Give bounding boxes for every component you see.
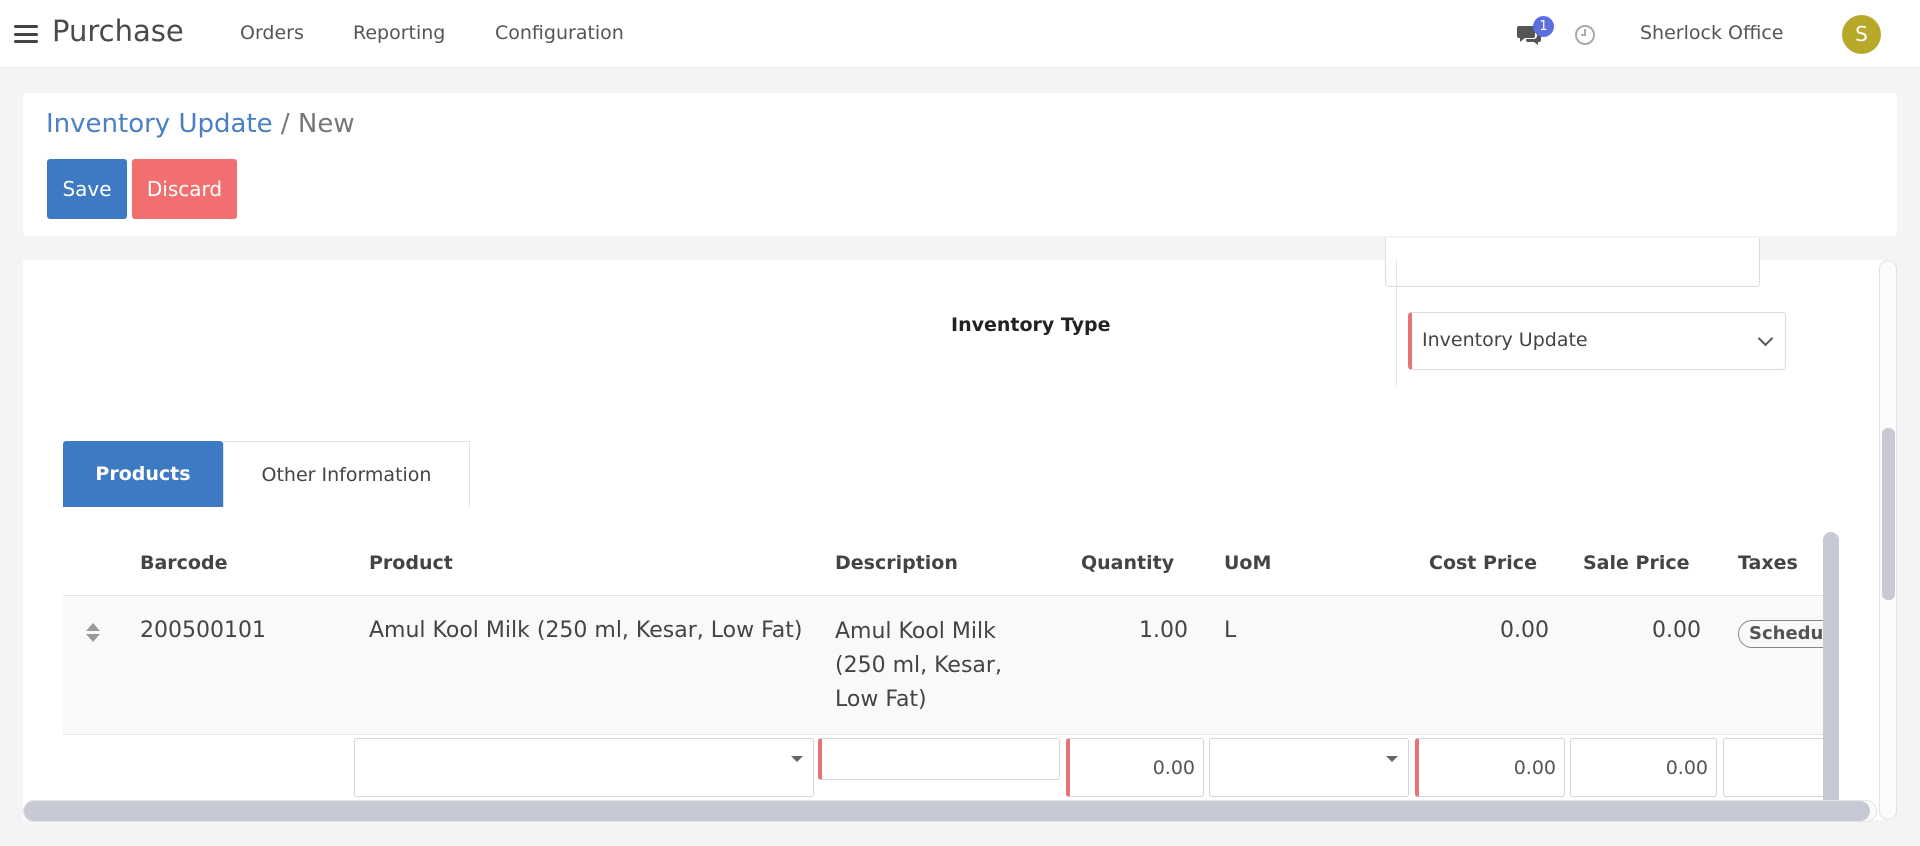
hamburger-menu-icon[interactable] [14, 25, 38, 43]
taxes-input[interactable] [1723, 738, 1833, 797]
header-quantity[interactable]: Quantity [1081, 552, 1174, 574]
description-line: Amul Kool Milk [835, 619, 996, 644]
cell-sale-price: 0.00 [1652, 618, 1701, 643]
app-title[interactable]: Purchase [52, 14, 184, 48]
description-line: (250 ml, Kesar, [835, 653, 1002, 678]
cell-barcode: 200500101 [140, 618, 266, 643]
header-uom[interactable]: UoM [1224, 552, 1271, 574]
header-description[interactable]: Description [835, 552, 958, 574]
breadcrumb-current: New [297, 109, 355, 139]
sale-price-input-value: 0.00 [1665, 757, 1708, 779]
partial-input-field[interactable] [1385, 238, 1760, 287]
table-vertical-scrollbar-thumb[interactable] [1823, 532, 1839, 820]
sale-price-input[interactable]: 0.00 [1570, 738, 1717, 797]
notification-badge: 1 [1533, 16, 1554, 37]
clock-icon[interactable] [1574, 24, 1596, 46]
vertical-scrollbar-thumb[interactable] [1882, 428, 1895, 600]
cell-quantity: 1.00 [1139, 618, 1188, 643]
inventory-type-select[interactable]: Inventory Update [1408, 312, 1786, 370]
header-cost-price[interactable]: Cost Price [1429, 552, 1537, 574]
header-barcode[interactable]: Barcode [140, 552, 227, 574]
tab-products[interactable]: Products [63, 441, 223, 507]
quantity-input[interactable]: 0.00 [1066, 738, 1204, 797]
menu-reporting[interactable]: Reporting [353, 22, 445, 44]
description-input[interactable] [818, 738, 1060, 780]
cost-price-input[interactable]: 0.00 [1415, 738, 1565, 797]
cost-price-input-value: 0.00 [1513, 757, 1556, 779]
header-product[interactable]: Product [369, 552, 453, 574]
breadcrumb-root[interactable]: Inventory Update [46, 109, 273, 139]
breadcrumb-separator: / [280, 109, 290, 139]
cell-description: Amul Kool Milk (250 ml, Kesar, Low Fat) [835, 615, 1002, 717]
cell-product: Amul Kool Milk (250 ml, Kesar, Low Fat) [369, 618, 803, 643]
cell-cost-price: 0.00 [1500, 618, 1549, 643]
uom-input[interactable] [1209, 738, 1409, 797]
drag-handle-icon[interactable] [86, 623, 100, 643]
avatar[interactable]: S [1842, 15, 1881, 54]
inventory-type-value: Inventory Update [1422, 329, 1588, 351]
discard-button[interactable]: Discard [132, 159, 237, 219]
tab-other-information[interactable]: Other Information [223, 441, 470, 507]
menu-configuration[interactable]: Configuration [495, 22, 624, 44]
cell-uom: L [1224, 618, 1237, 643]
inventory-type-label: Inventory Type [951, 314, 1111, 336]
top-navbar: Purchase Orders Reporting Configuration … [0, 0, 1920, 68]
table-header: Barcode Product Description Quantity UoM… [63, 532, 1823, 596]
table-row[interactable]: 200500101 Amul Kool Milk (250 ml, Kesar,… [63, 597, 1838, 735]
header-sale-price[interactable]: Sale Price [1583, 552, 1689, 574]
save-button[interactable]: Save [47, 159, 127, 219]
quantity-input-value: 0.00 [1152, 757, 1195, 779]
dropdown-caret-icon [791, 756, 803, 762]
column-divider [1396, 260, 1397, 386]
product-input[interactable] [354, 738, 814, 797]
horizontal-scrollbar-thumb[interactable] [24, 801, 1870, 821]
menu-orders[interactable]: Orders [240, 22, 304, 44]
description-line: Low Fat) [835, 687, 927, 712]
dropdown-caret-icon [1386, 756, 1398, 762]
user-name[interactable]: Sherlock Office [1640, 22, 1783, 44]
chevron-down-icon [1757, 330, 1774, 347]
control-panel: Inventory Update / New Save Discard [23, 93, 1897, 236]
breadcrumb: Inventory Update / New [46, 109, 355, 139]
header-taxes[interactable]: Taxes [1738, 552, 1798, 574]
